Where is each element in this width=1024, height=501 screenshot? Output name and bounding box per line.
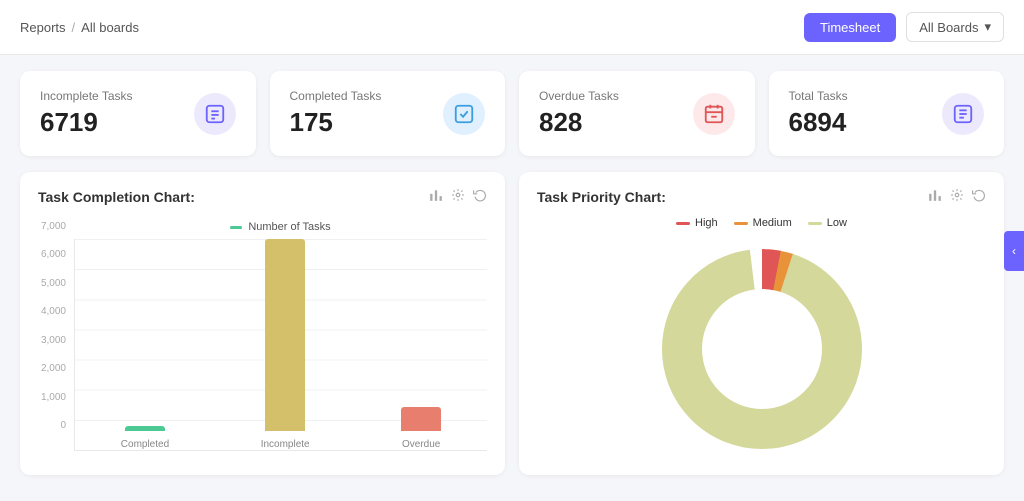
donut-legend: High Medium Low [676,217,847,229]
breadcrumb-child: All boards [81,20,139,35]
completion-chart-actions [429,188,487,205]
bar-label-incomplete: Incomplete [261,439,310,450]
priority-settings-icon[interactable] [950,188,964,205]
stat-card-completed: Completed Tasks 175 [270,71,506,156]
breadcrumb-separator: / [72,20,76,35]
header: Reports / All boards Timesheet All Board… [0,0,1024,55]
refresh-icon[interactable] [473,188,487,205]
stat-info-completed: Completed Tasks 175 [290,89,382,138]
legend-label-tasks: Number of Tasks [248,221,330,233]
bar-overdue [401,407,441,431]
stat-label-incomplete: Incomplete Tasks [40,89,133,103]
boards-dropdown[interactable]: All Boards ▾ [906,12,1004,42]
bar-chart-body: Number of Tasks Completed Incomplete Ove… [74,221,487,451]
main-content: Incomplete Tasks 6719 Completed Tasks 17… [0,55,1024,491]
legend-label-low: Low [827,217,847,229]
legend-color-high [676,222,690,225]
overdue-tasks-icon [693,93,735,135]
y-label-1000: 1,000 [41,392,66,403]
boards-dropdown-label: All Boards [919,20,978,35]
stat-info-overdue: Overdue Tasks 828 [539,89,619,138]
breadcrumb-root: Reports [20,20,66,35]
breadcrumb: Reports / All boards [20,20,139,35]
priority-bar-icon[interactable] [928,188,942,205]
bar-legend: Number of Tasks [74,221,487,233]
bar-group-overdue: Overdue [401,407,441,450]
bars-container: Completed Incomplete Overdue [74,239,487,451]
completion-chart-header: Task Completion Chart: [38,188,487,205]
total-tasks-icon [942,93,984,135]
priority-chart-title: Task Priority Chart: [537,189,666,205]
stat-card-total: Total Tasks 6894 [769,71,1005,156]
stat-value-completed: 175 [290,107,382,138]
y-label-7000: 7,000 [41,221,66,232]
stat-info-total: Total Tasks 6894 [789,89,848,138]
y-label-2000: 2,000 [41,363,66,374]
donut-chart-svg [652,239,872,459]
donut-area: High Medium Low [537,217,986,459]
legend-label-high: High [695,217,718,229]
bar-chart-icon[interactable] [429,188,443,205]
bar-incomplete [265,239,305,431]
legend-label-medium: Medium [753,217,792,229]
legend-low: Low [808,217,847,229]
incomplete-tasks-icon [194,93,236,135]
bar-label-overdue: Overdue [402,439,440,450]
stats-row: Incomplete Tasks 6719 Completed Tasks 17… [20,71,1004,156]
stat-value-overdue: 828 [539,107,619,138]
y-label-6000: 6,000 [41,249,66,260]
stat-value-total: 6894 [789,107,848,138]
bar-label-completed: Completed [121,439,169,450]
priority-chart-header: Task Priority Chart: [537,188,986,205]
y-axis: 7,000 6,000 5,000 4,000 3,000 2,000 1,00… [38,221,74,451]
stat-info-incomplete: Incomplete Tasks 6719 [40,89,133,138]
priority-chart-card: Task Priority Chart: [519,172,1004,475]
legend-medium: Medium [734,217,792,229]
settings-icon[interactable] [451,188,465,205]
priority-refresh-icon[interactable] [972,188,986,205]
stat-label-completed: Completed Tasks [290,89,382,103]
completion-chart-card: Task Completion Chart: 7,000 [20,172,505,475]
stat-card-incomplete: Incomplete Tasks 6719 [20,71,256,156]
y-label-0: 0 [60,420,66,431]
completion-chart-title: Task Completion Chart: [38,189,195,205]
stat-label-total: Total Tasks [789,89,848,103]
stat-label-overdue: Overdue Tasks [539,89,619,103]
charts-row: Task Completion Chart: 7,000 [20,172,1004,475]
bar-group-completed: Completed [121,426,169,450]
completed-tasks-icon [443,93,485,135]
header-right: Timesheet All Boards ▾ [804,12,1004,42]
legend-color-medium [734,222,748,225]
sidebar-toggle-button[interactable]: ‹ [1004,231,1024,271]
legend-dot-tasks [230,226,242,229]
y-label-3000: 3,000 [41,335,66,346]
legend-high: High [676,217,718,229]
priority-chart-actions [928,188,986,205]
stat-value-incomplete: 6719 [40,107,133,138]
legend-color-low [808,222,822,225]
bar-chart-area: 7,000 6,000 5,000 4,000 3,000 2,000 1,00… [38,217,487,451]
chevron-down-icon: ▾ [984,19,991,35]
y-label-4000: 4,000 [41,306,66,317]
y-label-5000: 5,000 [41,278,66,289]
bar-completed [125,426,165,431]
timesheet-button[interactable]: Timesheet [804,13,896,42]
stat-card-overdue: Overdue Tasks 828 [519,71,755,156]
bar-group-incomplete: Incomplete [261,239,310,450]
